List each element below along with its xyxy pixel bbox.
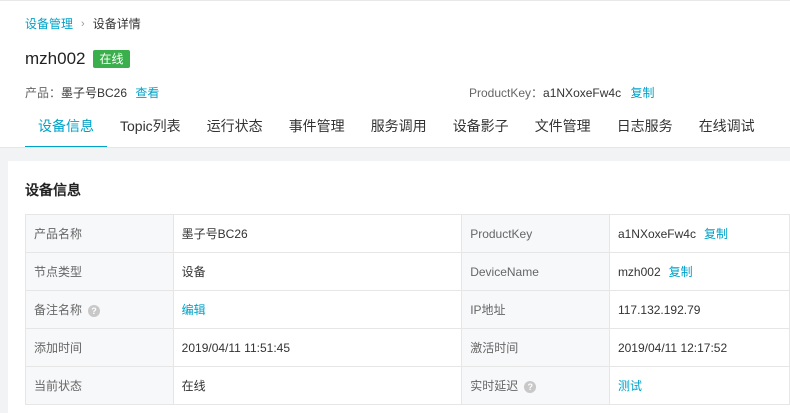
- tab-service-call[interactable]: 服务调用: [358, 104, 440, 148]
- product-key-value: a1NXoxeFw4c: [543, 86, 622, 100]
- tab-online-debug[interactable]: 在线调试: [686, 104, 768, 148]
- device-name-cell: mzh002 复制: [608, 252, 790, 291]
- copy-device-name-button[interactable]: 复制: [669, 265, 693, 279]
- help-circle-icon[interactable]: ?: [524, 380, 537, 393]
- added-time-value: 2019/04/11 11:51:45: [172, 328, 463, 367]
- title-row: mzh002 在线: [25, 49, 130, 69]
- table-row: 添加时间 2019/04/11 11:51:45 激活时间 2019/04/11…: [25, 328, 790, 367]
- help-circle-icon[interactable]: ?: [88, 304, 101, 317]
- latency-label-cell: 实时延迟?: [461, 366, 610, 405]
- device-name-value: mzh002: [617, 265, 661, 279]
- top-divider: [0, 0, 790, 1]
- node-type-label: 节点类型: [25, 252, 174, 291]
- section-title: 设备信息: [25, 182, 81, 198]
- product-key-cell: a1NXoxeFw4c 复制: [608, 214, 790, 253]
- added-time-label: 添加时间: [25, 328, 174, 367]
- node-type-value: 设备: [172, 252, 463, 291]
- activated-time-label: 激活时间: [461, 328, 610, 367]
- page-title: mzh002: [25, 49, 86, 68]
- view-product-link[interactable]: 查看: [135, 86, 159, 100]
- tab-running-status[interactable]: 运行状态: [194, 104, 276, 148]
- current-state-value: 在线: [172, 366, 463, 405]
- remark-label-cell: 备注名称?: [25, 290, 174, 329]
- tab-log-service[interactable]: 日志服务: [604, 104, 686, 148]
- latency-label: 实时延迟: [470, 379, 519, 393]
- tab-event-management[interactable]: 事件管理: [276, 104, 358, 148]
- tab-device-shadow[interactable]: 设备影子: [440, 104, 522, 148]
- product-value: 墨子号BC26: [61, 86, 128, 100]
- tab-bar: 设备信息 Topic列表 运行状态 事件管理 服务调用 设备影子 文件管理 日志…: [25, 104, 768, 148]
- table-row: 备注名称? 编辑 IP地址 117.132.192.79: [25, 290, 790, 329]
- chevron-right-icon: ›: [81, 18, 85, 30]
- remark-label: 备注名称: [34, 303, 83, 317]
- product-key-label-cell: ProductKey: [461, 214, 610, 253]
- breadcrumb: 设备管理 › 设备详情: [25, 16, 141, 32]
- ip-label: IP地址: [461, 290, 610, 329]
- product-line: 产品：墨子号BC26 查看: [25, 85, 159, 101]
- current-state-label: 当前状态: [25, 366, 174, 405]
- product-name-value: 墨子号BC26: [172, 214, 463, 253]
- table-row: 节点类型 设备 DeviceName mzh002 复制: [25, 252, 790, 291]
- tab-device-info[interactable]: 设备信息: [25, 104, 107, 148]
- breadcrumb-device-management[interactable]: 设备管理: [25, 16, 73, 32]
- tab-topic-list[interactable]: Topic列表: [107, 104, 194, 148]
- product-label: 产品：: [25, 86, 62, 100]
- copy-product-key-button[interactable]: 复制: [704, 227, 728, 241]
- latency-test-cell: 测试: [608, 366, 790, 405]
- product-key-label: ProductKey：: [469, 86, 544, 100]
- device-name-label: DeviceName: [461, 252, 610, 291]
- product-name-label: 产品名称: [25, 214, 174, 253]
- edit-remark-link[interactable]: 编辑: [182, 303, 206, 317]
- status-badge: 在线: [93, 50, 130, 68]
- product-key-value-cell: a1NXoxeFw4c: [617, 227, 696, 241]
- remark-value-cell: 编辑: [172, 290, 463, 329]
- product-key-line: ProductKey：a1NXoxeFw4c 复制: [469, 85, 654, 101]
- table-row: 产品名称 墨子号BC26 ProductKey a1NXoxeFw4c 复制: [25, 214, 790, 253]
- device-info-table: 产品名称 墨子号BC26 ProductKey a1NXoxeFw4c 复制 节点…: [25, 214, 790, 405]
- latency-test-link[interactable]: 测试: [618, 379, 642, 393]
- breadcrumb-current: 设备详情: [92, 17, 141, 31]
- tab-file-management[interactable]: 文件管理: [522, 104, 604, 148]
- table-row: 当前状态 在线 实时延迟? 测试: [25, 366, 790, 405]
- activated-time-value: 2019/04/11 12:17:52: [608, 328, 790, 367]
- ip-value: 117.132.192.79: [608, 290, 790, 329]
- copy-product-key-link[interactable]: 复制: [630, 86, 654, 100]
